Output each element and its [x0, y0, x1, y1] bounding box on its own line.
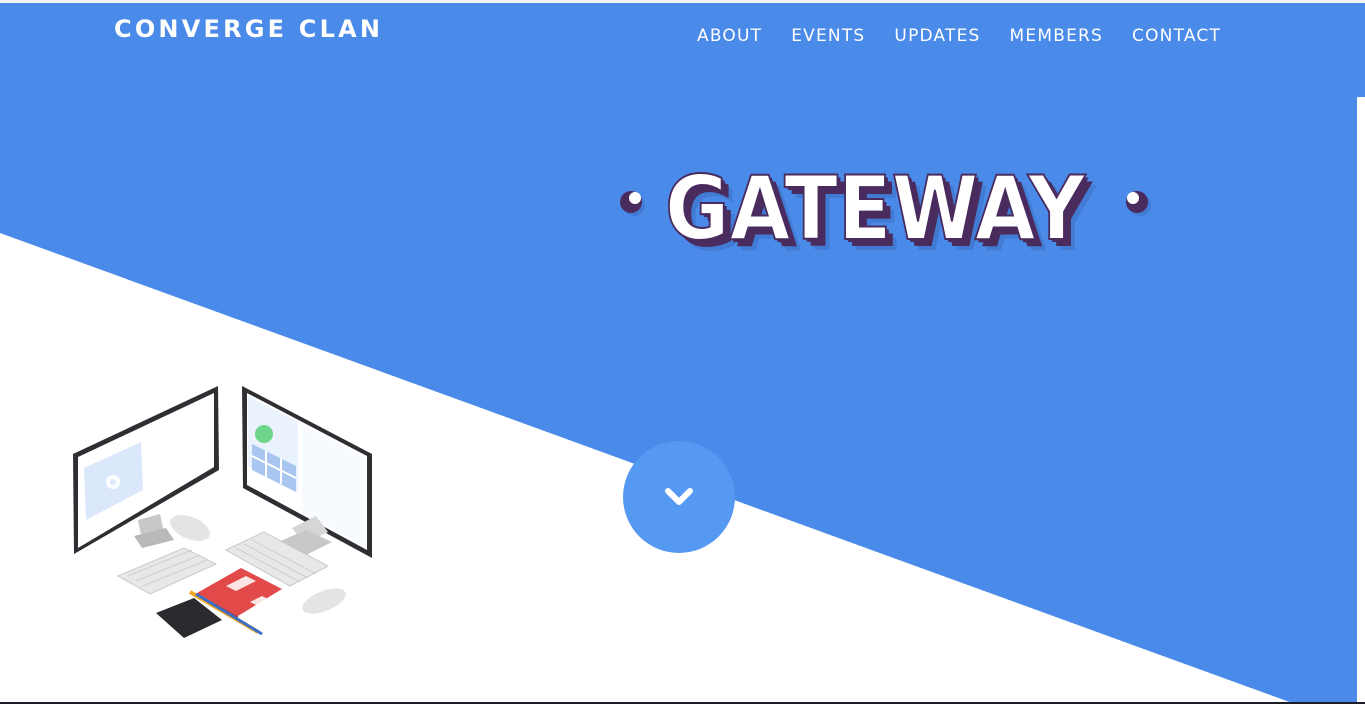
logo-face-text: GATEWAY	[665, 157, 1086, 255]
landing-page: CONVERGE CLAN ABOUT EVENTS UPDATES MEMBE…	[0, 0, 1365, 704]
nav-item-members[interactable]: MEMBERS	[1010, 26, 1103, 46]
right-edge	[1357, 97, 1365, 704]
nav-item-contact[interactable]: CONTACT	[1132, 26, 1221, 46]
scroll-down-button[interactable]	[623, 441, 735, 553]
main-nav: ABOUT EVENTS UPDATES MEMBERS CONTACT	[697, 26, 1221, 46]
nav-item-events[interactable]: EVENTS	[791, 26, 865, 46]
nav-item-updates[interactable]: UPDATES	[894, 26, 980, 46]
chevron-down-icon	[665, 488, 693, 505]
brand-logo-link[interactable]: CONVERGE CLAN	[114, 15, 383, 43]
gateway-logo: GATEWAY GATEWAY GATEWAY GATEWAY	[620, 156, 1151, 255]
nav-item-about[interactable]: ABOUT	[697, 26, 762, 46]
top-edge	[0, 0, 1365, 3]
workspace-illustration	[73, 386, 372, 638]
